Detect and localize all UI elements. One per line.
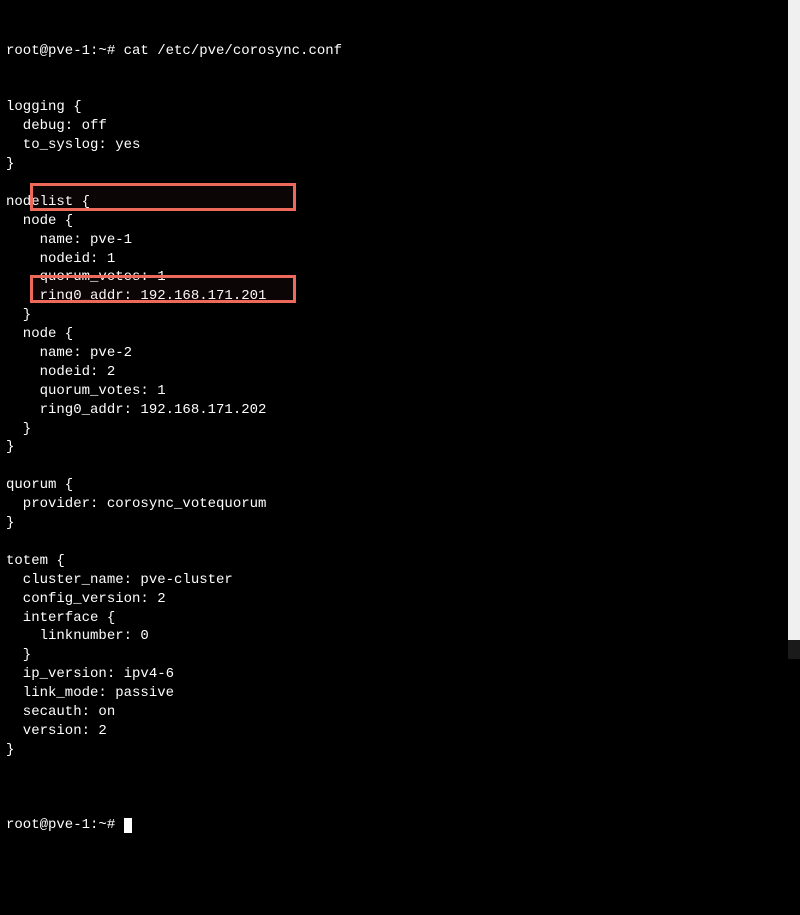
output-line: name: pve-2 bbox=[6, 344, 794, 363]
output-line: version: 2 bbox=[6, 722, 794, 741]
output-line: nodelist { bbox=[6, 193, 794, 212]
output-line: ring0_addr: 192.168.171.202 bbox=[6, 401, 794, 420]
output-line: debug: off bbox=[6, 117, 794, 136]
output-line: } bbox=[6, 306, 794, 325]
output-line: to_syslog: yes bbox=[6, 136, 794, 155]
prompt-text: root@pve-1:~# bbox=[6, 817, 124, 833]
output-line: quorum_votes: 1 bbox=[6, 268, 794, 287]
output-line: } bbox=[6, 438, 794, 457]
output-line: node { bbox=[6, 325, 794, 344]
output-line: ip_version: ipv4-6 bbox=[6, 665, 794, 684]
scrollbar-thumb[interactable] bbox=[788, 0, 800, 640]
output-line: } bbox=[6, 514, 794, 533]
output-line: ring0_addr: 192.168.171.201 bbox=[6, 287, 794, 306]
output-line: secauth: on bbox=[6, 703, 794, 722]
output-line: totem { bbox=[6, 552, 794, 571]
output-line: } bbox=[6, 646, 794, 665]
output-line: nodeid: 2 bbox=[6, 363, 794, 382]
output-line: linknumber: 0 bbox=[6, 627, 794, 646]
cursor bbox=[124, 818, 132, 833]
output-line: cluster_name: pve-cluster bbox=[6, 571, 794, 590]
output-line bbox=[6, 533, 794, 552]
output-line: link_mode: passive bbox=[6, 684, 794, 703]
output-line bbox=[6, 457, 794, 476]
output-line: provider: corosync_votequorum bbox=[6, 495, 794, 514]
output-line: } bbox=[6, 155, 794, 174]
scrollbar[interactable] bbox=[788, 0, 800, 659]
output-line bbox=[6, 760, 794, 779]
output-line: quorum { bbox=[6, 476, 794, 495]
output-line: } bbox=[6, 741, 794, 760]
prompt-line[interactable]: root@pve-1:~# bbox=[6, 816, 794, 835]
output-line: config_version: 2 bbox=[6, 590, 794, 609]
output-line bbox=[6, 174, 794, 193]
terminal-window[interactable]: root@pve-1:~# cat /etc/pve/corosync.conf… bbox=[0, 0, 800, 915]
output-line: } bbox=[6, 420, 794, 439]
output-line: quorum_votes: 1 bbox=[6, 382, 794, 401]
output-line: nodeid: 1 bbox=[6, 250, 794, 269]
output-line: logging { bbox=[6, 98, 794, 117]
command-output: logging { debug: off to_syslog: yes}node… bbox=[6, 98, 794, 778]
command-line: root@pve-1:~# cat /etc/pve/corosync.conf bbox=[6, 42, 794, 61]
output-line: node { bbox=[6, 212, 794, 231]
output-line: interface { bbox=[6, 609, 794, 628]
output-line: name: pve-1 bbox=[6, 231, 794, 250]
